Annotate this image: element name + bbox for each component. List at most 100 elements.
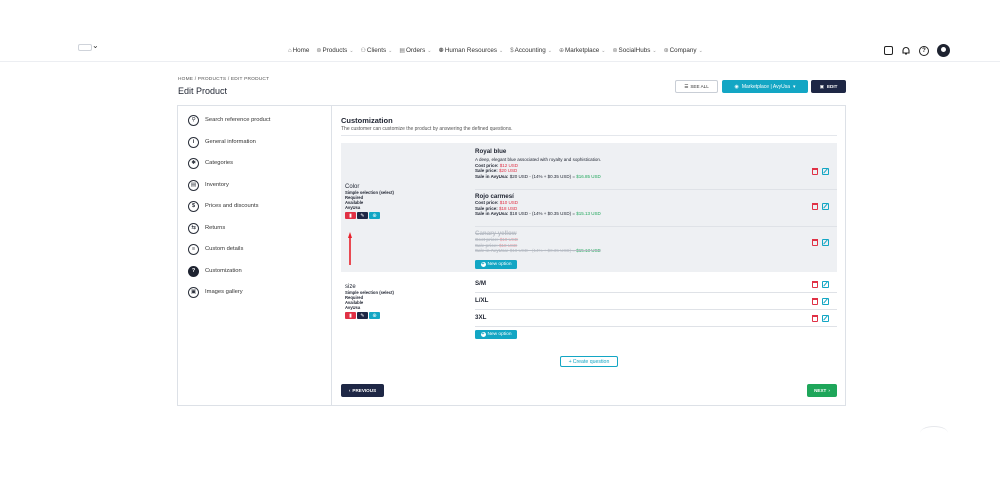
marketplace-dropdown-button[interactable]: ◉ Marketplace | AvyUsa ▾: [722, 80, 808, 93]
search-icon: ⚲: [188, 114, 199, 126]
chevron-down-icon: ⌄: [698, 47, 703, 54]
question-block-color: Color Simple selection (select) Required…: [341, 143, 837, 272]
new-option-button[interactable]: + New option: [475, 330, 517, 339]
option-sale-in: Sale in AvyUsa: $18 USD - (14% + $0.35 U…: [475, 211, 601, 216]
clients-icon: ⚇: [360, 48, 366, 54]
question-marketplace: AvyUsa: [345, 205, 361, 210]
plus-icon: +: [568, 358, 572, 365]
option-rojo-carmesi: Rojo carmesí Cost price: $10 USD Sale pr…: [475, 193, 837, 227]
sidebar-item-custom-details[interactable]: ≡ Custom details: [188, 243, 243, 255]
scroll-to-top-button[interactable]: [920, 426, 948, 440]
nav-item-company[interactable]: ⊛ Company ⌄: [664, 47, 703, 54]
help-icon[interactable]: ?: [919, 45, 929, 56]
edit-question-button[interactable]: ✎: [357, 312, 368, 319]
edit-icon[interactable]: [822, 315, 829, 322]
nav-item-accounting[interactable]: $ Accounting ⌄: [510, 47, 552, 54]
dollar-icon: $: [188, 200, 199, 212]
edit-icon[interactable]: [822, 203, 829, 210]
chevron-down-icon: ⌄: [349, 47, 354, 54]
edit-icon[interactable]: [822, 298, 829, 305]
next-button[interactable]: NEXT ›: [807, 384, 837, 397]
trash-icon: ▮: [349, 312, 352, 319]
returns-icon: ⇆: [188, 222, 199, 234]
sidebar-item-search-reference[interactable]: ⚲ Search reference product: [188, 114, 270, 126]
nav-item-marketplace[interactable]: ⊕ Marketplace ⌄: [559, 47, 606, 54]
previous-button[interactable]: ‹ PREVIOUS: [341, 384, 384, 397]
products-icon: ⊛: [316, 48, 322, 54]
edit-icon[interactable]: [822, 281, 829, 288]
sidebar-item-returns[interactable]: ⇆ Returns: [188, 222, 225, 234]
option-name: Rojo carmesí: [475, 193, 514, 200]
chevron-down-icon: ⌄: [547, 47, 552, 54]
option-sale-in: Sale in AvyUsa: $18 USD - (14% + $0.35 U…: [475, 248, 601, 253]
question-info: size Simple selection (select) Required …: [345, 284, 470, 319]
avatar[interactable]: [937, 44, 950, 57]
chevron-down-icon: ⌄: [499, 47, 504, 54]
list-icon: ≡: [188, 243, 199, 255]
edit-product-card: ⚲ Search reference product i General inf…: [177, 105, 846, 406]
chevron-right-icon: ›: [828, 388, 830, 393]
nav-item-home[interactable]: ⌂ Home: [288, 47, 309, 54]
product-sections-sidebar: ⚲ Search reference product i General inf…: [178, 106, 332, 405]
chevron-down-icon: ⌄: [601, 47, 606, 54]
edit-button[interactable]: ▣ EDIT: [811, 80, 846, 93]
nav-item-socialhubs[interactable]: ⊚ SocialHubs ⌄: [612, 47, 656, 54]
divider: [341, 135, 837, 136]
accounting-icon: $: [510, 47, 514, 54]
sidebar-item-prices-discounts[interactable]: $ Prices and discounts: [188, 200, 259, 212]
trash-icon[interactable]: [812, 168, 818, 175]
sidebar-item-general-information[interactable]: i General information: [188, 136, 256, 148]
nav-item-human-resources[interactable]: ⚉ Human Resources ⌄: [438, 47, 503, 54]
see-all-button[interactable]: ☰ SEE ALL: [675, 80, 718, 93]
option-s-m: S/M: [475, 277, 837, 293]
trash-icon: ▮: [349, 212, 352, 219]
edit-icon[interactable]: [822, 239, 829, 246]
question-actions: ▮ ✎ ⊕: [345, 212, 470, 219]
caret-down-icon: ▾: [793, 83, 796, 90]
option-l-xl: L/XL: [475, 294, 837, 310]
section-title: Customization: [341, 116, 393, 125]
trash-icon[interactable]: [812, 203, 818, 210]
trash-icon[interactable]: [812, 239, 818, 246]
edit-question-button[interactable]: ✎: [357, 212, 368, 219]
sidebar-item-images-gallery[interactable]: ▣ Images gallery: [188, 286, 243, 298]
company-logo[interactable]: [78, 44, 92, 51]
bell-icon[interactable]: [901, 46, 911, 56]
create-question-button[interactable]: + Create question: [560, 356, 618, 367]
sidebar-item-customization[interactable]: ? Customization: [188, 265, 242, 277]
trash-icon[interactable]: [812, 281, 818, 288]
option-name: 3XL: [475, 314, 487, 321]
nav-item-clients[interactable]: ⚇ Clients ⌄: [361, 47, 393, 54]
eye-icon: ◉: [734, 83, 739, 90]
plus-icon: +: [480, 261, 486, 267]
chevron-down-icon: ⌄: [652, 47, 657, 54]
edit-icon[interactable]: [822, 168, 829, 175]
trash-icon[interactable]: [812, 315, 818, 322]
nav-item-products[interactable]: ⊛ Products ⌄: [316, 47, 353, 54]
sidebar-item-inventory[interactable]: ▤ Inventory: [188, 179, 229, 191]
save-icon: ▣: [819, 83, 824, 89]
gallery-icon: ▣: [188, 286, 199, 298]
trash-icon[interactable]: [812, 298, 818, 305]
add-option-button[interactable]: ⊕: [369, 312, 380, 319]
chevron-down-icon: ⌄: [388, 47, 393, 54]
question-block-size: size Simple selection (select) Required …: [341, 273, 837, 343]
main-nav: ⌂ Home ⊛ Products ⌄ ⚇ Clients ⌄ ▤ Orders ⌄ ⚉ Hum…: [288, 47, 703, 54]
question-icon: ?: [188, 265, 199, 277]
breadcrumb[interactable]: HOME / PRODUCTS / EDIT PRODUCT: [178, 77, 269, 82]
plus-circle-icon: ⊕: [372, 212, 377, 219]
sidebar-item-categories[interactable]: ✱ Categories: [188, 157, 233, 169]
new-option-button[interactable]: + New option: [475, 260, 517, 269]
chat-icon[interactable]: [884, 46, 893, 55]
question-actions: ▮ ✎ ⊕: [345, 312, 470, 319]
annotation-arrow-icon: [348, 232, 352, 265]
edit-icon: ✎: [360, 212, 365, 219]
home-icon: ⌂: [288, 47, 292, 54]
add-option-button[interactable]: ⊕: [369, 212, 380, 219]
option-3xl: 3XL: [475, 311, 837, 327]
delete-question-button[interactable]: ▮: [345, 212, 356, 219]
delete-question-button[interactable]: ▮: [345, 312, 356, 319]
nav-item-orders[interactable]: ▤ Orders ⌄: [399, 47, 431, 54]
chevron-down-icon[interactable]: ⌄: [92, 41, 99, 50]
option-canary-yellow: Canary yellow Cost price: $10 USD Sale p…: [475, 230, 837, 260]
